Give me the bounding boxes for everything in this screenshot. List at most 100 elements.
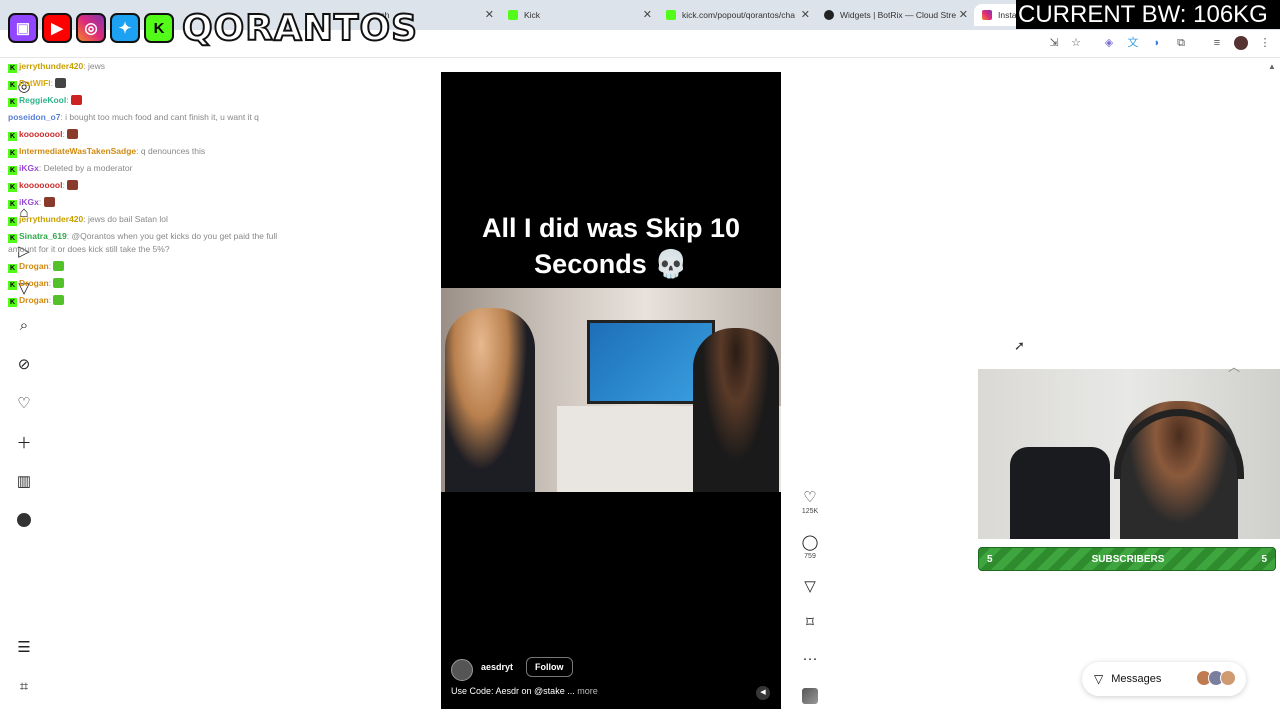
chat-username: iKGx (19, 163, 39, 173)
chat-username: ReggieKool (19, 95, 67, 105)
close-icon[interactable]: ✕ (485, 8, 494, 21)
chat-username: koooooool (19, 129, 63, 139)
heart-icon[interactable]: ♡ (798, 489, 822, 507)
install-app-icon[interactable]: ⇲ (1047, 36, 1061, 50)
messages-label: Messages (1111, 673, 1162, 685)
chat-message: K Drogan: (8, 275, 348, 292)
more-options-action[interactable]: ··· (798, 650, 822, 668)
emote-icon (53, 278, 65, 288)
chat-text: : jews (83, 61, 105, 71)
extension-icon[interactable]: ◈ (1102, 36, 1116, 50)
close-icon[interactable]: ✕ (801, 8, 810, 21)
dashboard-icon[interactable]: ▥ (15, 472, 33, 490)
kick-favicon-icon (666, 10, 676, 20)
reel-caption: All I did was Skip 10 Seconds 💀 (441, 210, 781, 282)
chat-username: jerrythunder420 (19, 214, 84, 224)
close-icon[interactable]: ✕ (959, 8, 968, 21)
message-avatars (1196, 670, 1236, 686)
profile-avatar-icon[interactable] (1234, 36, 1248, 50)
github-favicon-icon (824, 10, 834, 20)
explore-icon[interactable]: ⊘ (15, 355, 33, 373)
person-left (445, 308, 535, 492)
kick-badge-icon: K (8, 64, 17, 73)
comment-action[interactable]: ◯ 759 (798, 534, 822, 560)
chat-message: KiKGx: (8, 194, 348, 211)
kick-badge-icon: K (8, 132, 17, 141)
heart-icon[interactable]: ♡ (15, 394, 33, 412)
reel-description: Use Code: Aesdr on @stake ... more (451, 686, 598, 696)
bookmark-star-icon[interactable]: ☆ (1069, 36, 1083, 50)
instagram-favicon-icon (982, 10, 992, 20)
kick-badge-icon: K (8, 149, 17, 158)
chat-username: Drogan (19, 278, 49, 288)
reel-description-text: Use Code: Aesdr on @stake ... (451, 686, 575, 696)
reel-author-avatar[interactable] (451, 659, 473, 681)
kebab-menu-icon[interactable]: ⋮ (1258, 36, 1272, 50)
chat-message: K Drogan: (8, 292, 348, 309)
youtube-icon: ▶ (42, 13, 72, 43)
chat-overlay: Kjerrythunder420: jews K PotWIFI: K Reggie… (8, 58, 348, 309)
send-icon: ▽ (1094, 672, 1104, 686)
chat-username: Drogan (19, 295, 49, 305)
emote-icon (70, 95, 82, 105)
reel-player[interactable]: All I did was Skip 10 Seconds 💀 aesdryt … (441, 72, 781, 709)
comment-icon[interactable]: ◯ (798, 534, 822, 552)
tab-label: Insta (998, 10, 1017, 20)
save-action[interactable]: ⌑ (798, 614, 822, 632)
profile-icon[interactable] (15, 511, 33, 529)
subscriber-goal-bar: 5 SUBSCRIBERS 5 (978, 547, 1276, 571)
chat-text: : @Qorantos when you get kicks do you ge… (66, 231, 278, 241)
translate-extension-icon[interactable]: 文 (1126, 36, 1140, 50)
tab-label: Widgets | BotRix — Cloud Stre (840, 10, 957, 20)
chat-message: Kjerrythunder420: jews (8, 58, 348, 75)
more-horizontal-icon[interactable]: ··· (798, 650, 822, 668)
reel-author-username[interactable]: aesdryt (481, 662, 513, 672)
chat-message: KiKGx: Deleted by a moderator (8, 160, 348, 177)
tab-kick[interactable]: Kick ✕ (500, 4, 658, 26)
chat-message: Kkoooooool: (8, 177, 348, 194)
channel-brand: QORANTOS (181, 7, 419, 50)
tab-label: kick.com/popout/qorantos/cha (682, 10, 795, 20)
close-icon[interactable]: ✕ (643, 8, 652, 21)
tab-label: Kick (524, 10, 541, 20)
kick-badge-icon: K (8, 200, 17, 209)
extensions-puzzle-icon[interactable]: ⧉ (1174, 36, 1188, 50)
reel-caption-line: Seconds 💀 (534, 249, 688, 279)
chat-message: poseidon_o7: i bought too much food and … (8, 109, 348, 126)
mute-icon[interactable]: ◀ (756, 686, 770, 700)
like-action[interactable]: ♡ 125K (798, 489, 822, 515)
chat-text: amount for it or does kick still take th… (8, 244, 170, 254)
media-control-icon[interactable]: ≡ (1210, 36, 1224, 50)
messages-button[interactable]: ▽ Messages (1082, 662, 1246, 696)
audio-track-thumbnail[interactable] (802, 688, 818, 704)
share-action[interactable]: ▽ (798, 578, 822, 596)
bookmark-icon[interactable]: ⌑ (798, 614, 822, 632)
gaming-chair (1010, 447, 1110, 539)
kick-badge-icon: K (8, 81, 17, 90)
more-link[interactable]: more (577, 686, 598, 696)
bodyweight-counter: CURRENT BW: 106KG (1016, 0, 1280, 29)
chat-text: : q denounces this (136, 146, 206, 156)
emote-icon (67, 129, 79, 139)
search-icon[interactable]: ⌕ (15, 316, 33, 334)
emote-icon (67, 180, 79, 190)
avatar (1220, 670, 1236, 686)
kick-badge-icon: K (8, 281, 17, 290)
tab-kick-popout[interactable]: kick.com/popout/qorantos/cha ✕ (658, 4, 816, 26)
menu-icon[interactable]: ☰ (15, 638, 33, 656)
follow-button[interactable]: Follow (526, 657, 573, 677)
kick-icon: K (144, 13, 174, 43)
create-icon[interactable]: ＋ (15, 433, 33, 452)
audio-extension-icon[interactable]: ◗ (1150, 36, 1164, 50)
chat-message: K PotWIFI: (8, 75, 348, 92)
chat-username: jerrythunder420 (19, 61, 84, 71)
more-apps-icon[interactable]: ⌗ (15, 677, 33, 695)
share-icon[interactable]: ▽ (798, 578, 822, 596)
chat-username: koooooool (19, 180, 63, 190)
chevron-up-icon[interactable]: ︿ (1228, 358, 1240, 375)
emote-icon (53, 295, 65, 305)
scrollbar-up-arrow-icon[interactable]: ▲ (1268, 62, 1276, 71)
kick-badge-icon: K (8, 166, 17, 175)
tab-botrix[interactable]: Widgets | BotRix — Cloud Stre ✕ (816, 4, 974, 26)
chat-text: : Deleted by a moderator (38, 163, 133, 173)
